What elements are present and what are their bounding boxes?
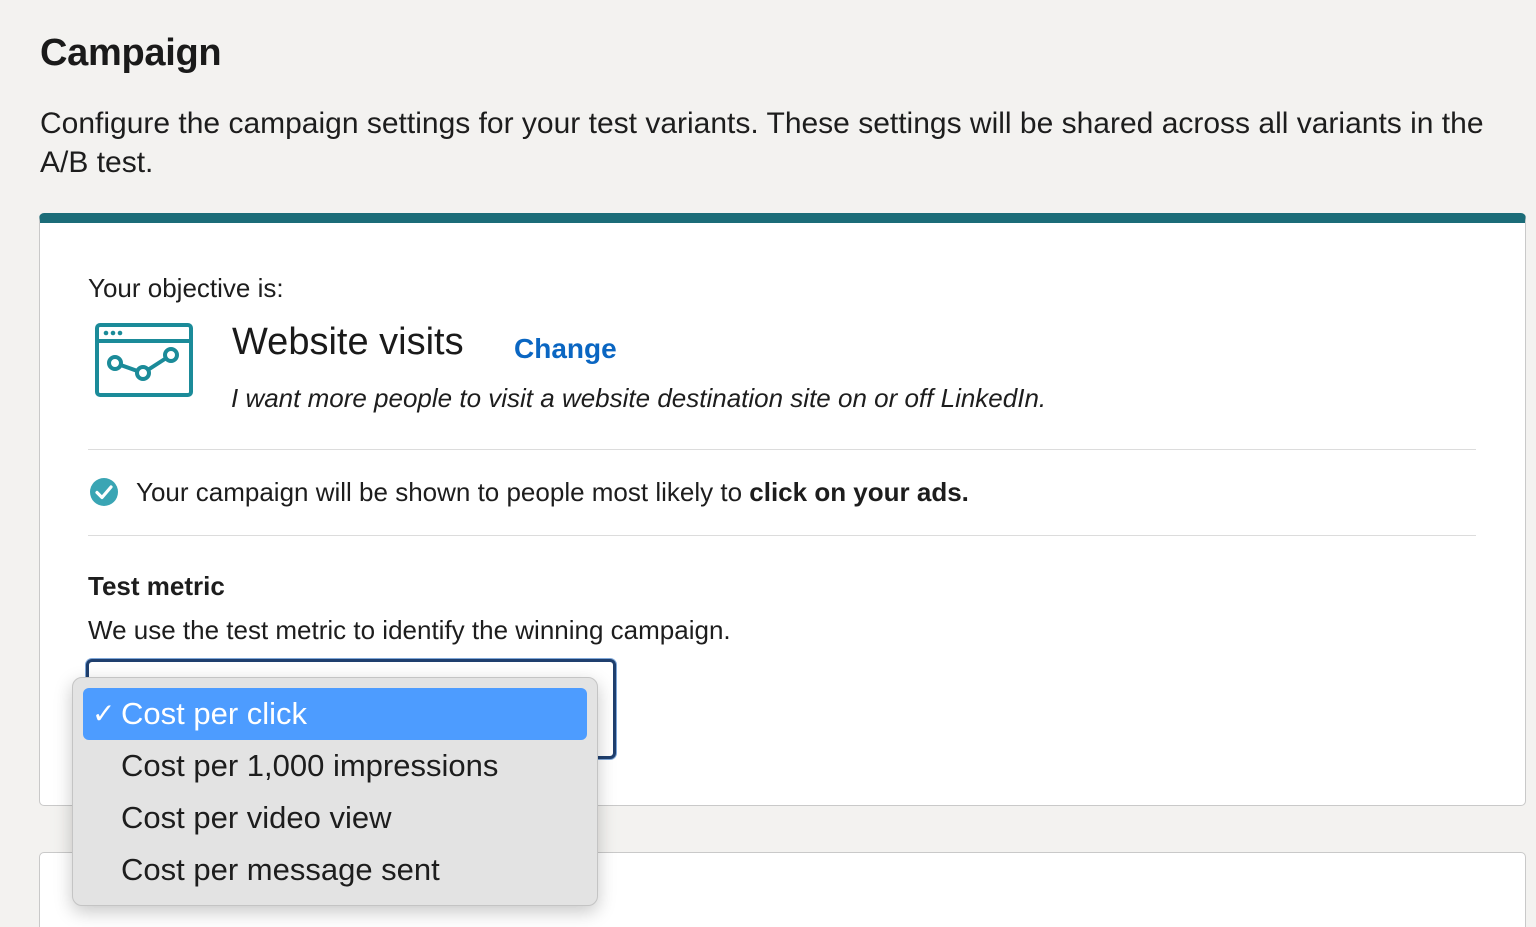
audience-info: Your campaign will be shown to people mo…	[136, 477, 969, 508]
change-objective-link[interactable]: Change	[514, 333, 617, 365]
check-circle-icon	[90, 478, 118, 506]
divider	[88, 535, 1476, 536]
test-metric-heading: Test metric	[88, 571, 225, 601]
divider	[88, 449, 1476, 450]
website-visits-icon	[95, 323, 193, 397]
test-metric-dropdown-menu: ✓ Cost per click Cost per 1,000 impressi…	[72, 677, 598, 906]
option-label: Cost per click	[121, 696, 308, 731]
objective-description: I want more people to visit a website de…	[231, 383, 1047, 413]
objective-label: Your objective is:	[88, 273, 284, 303]
page-title: Campaign	[40, 32, 222, 74]
objective-name: Website visits	[232, 321, 464, 363]
option-cost-per-message-sent[interactable]: Cost per message sent	[83, 844, 587, 896]
option-label: Cost per 1,000 impressions	[121, 748, 499, 783]
audience-info-text: Your campaign will be shown to people mo…	[136, 477, 750, 507]
option-cost-per-video-view[interactable]: Cost per video view	[83, 792, 587, 844]
option-label: Cost per message sent	[121, 852, 440, 887]
checkmark-icon: ✓	[92, 698, 116, 729]
audience-info-bold: click on your ads.	[749, 477, 969, 507]
option-cost-per-click[interactable]: ✓ Cost per click	[83, 688, 587, 740]
test-metric-description: We use the test metric to identify the w…	[88, 615, 731, 645]
option-label: Cost per video view	[121, 800, 392, 835]
page-description: Configure the campaign settings for your…	[40, 107, 1484, 179]
option-cost-per-1000-impressions[interactable]: Cost per 1,000 impressions	[83, 740, 587, 792]
